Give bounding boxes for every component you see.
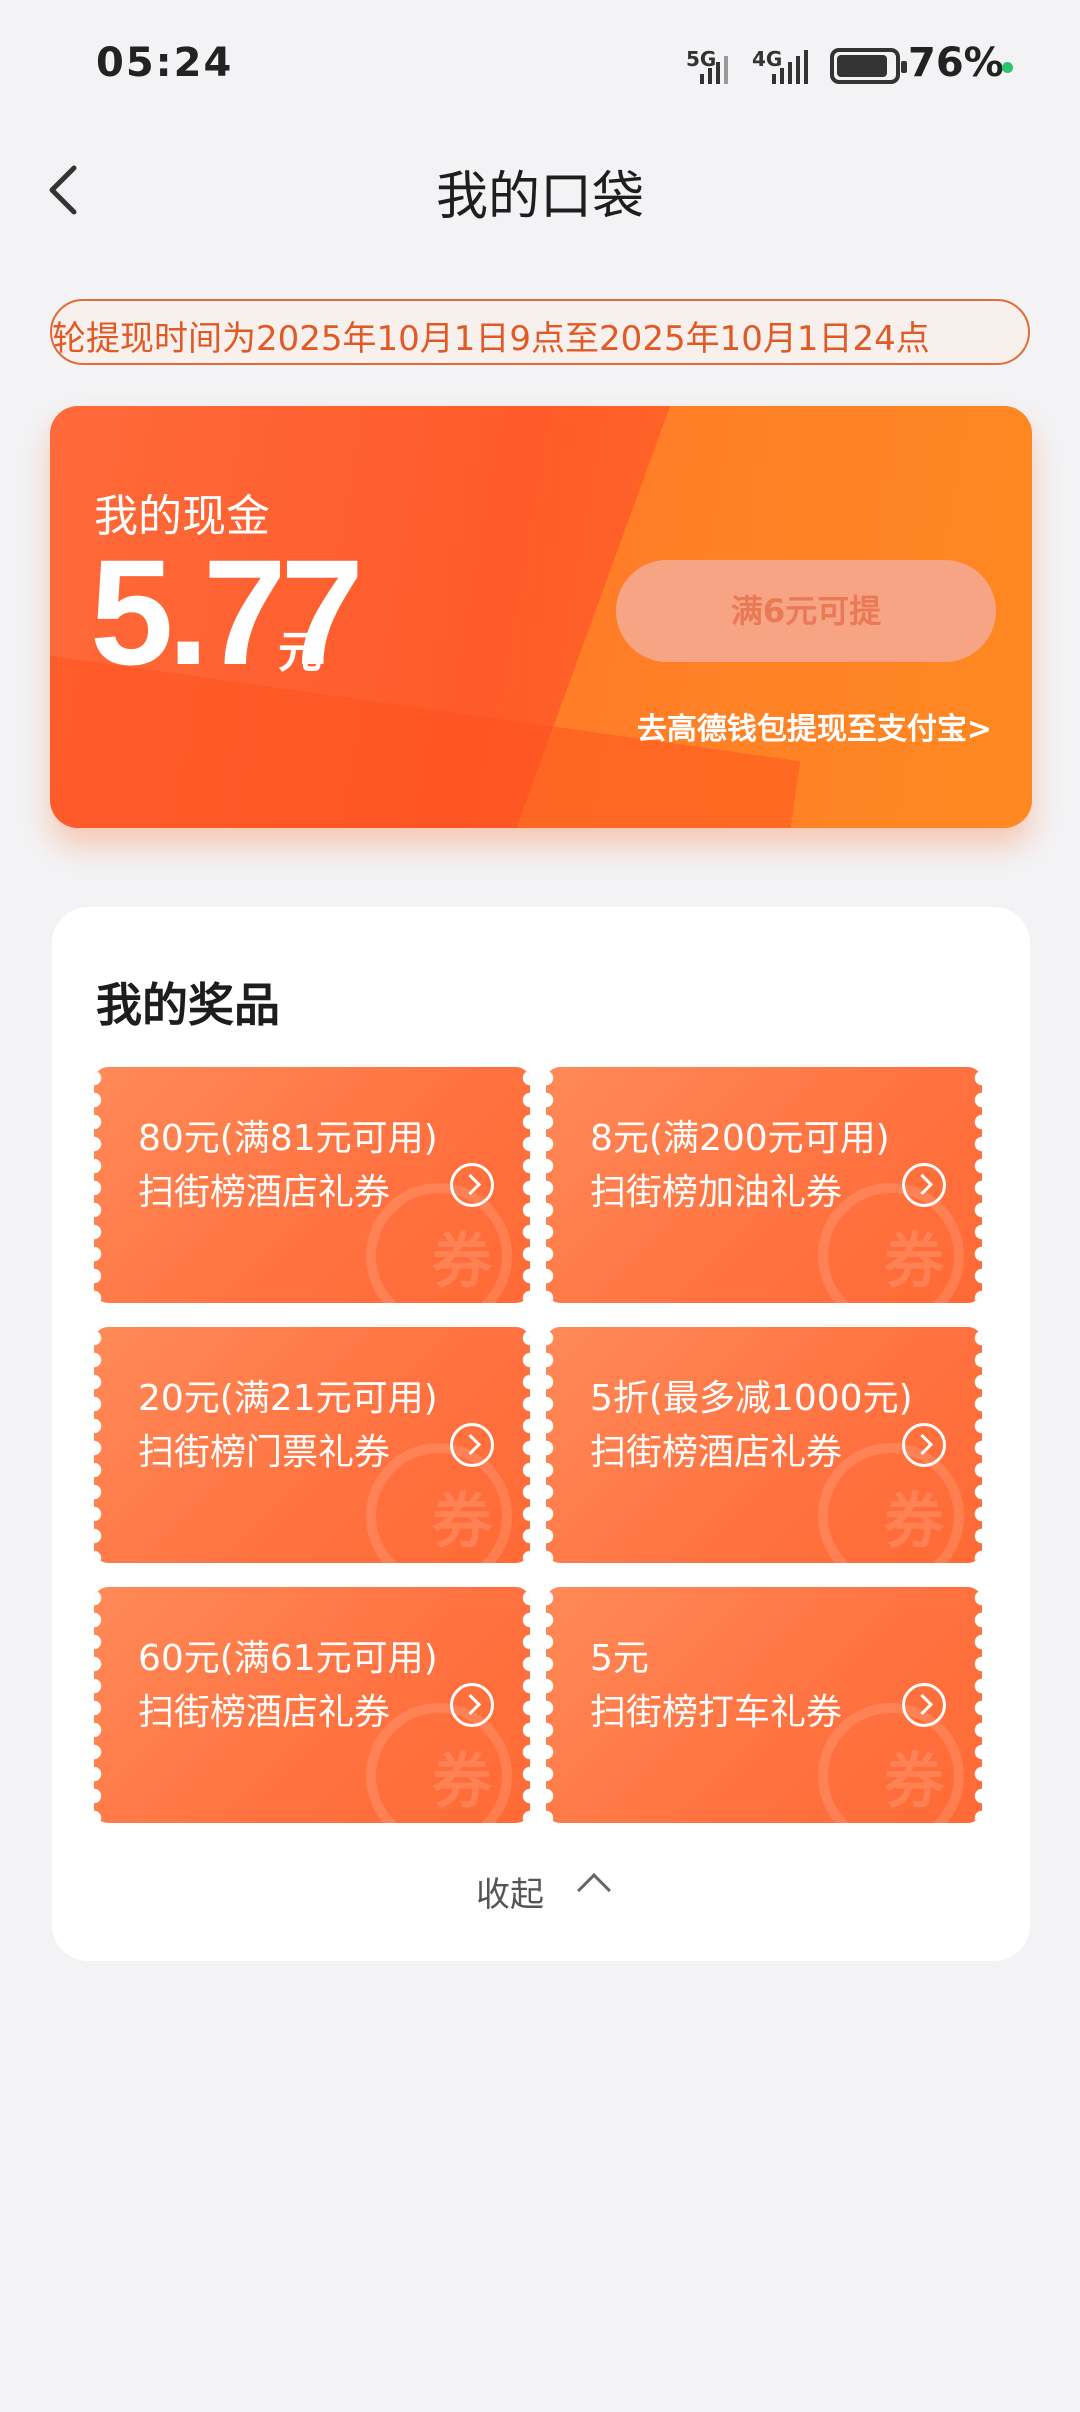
- coupon-card[interactable]: 券 5元 扫街榜打车礼券: [546, 1587, 982, 1823]
- withdraw-to-alipay-link[interactable]: 去高德钱包提现至支付宝>: [637, 704, 992, 748]
- net2-label: 4G: [752, 47, 782, 71]
- coupon-watermark-text: 券: [432, 1227, 492, 1297]
- coupon-card[interactable]: 券 20元(满21元可用) 扫街榜门票礼券: [94, 1327, 530, 1563]
- page-title: 我的口袋: [435, 167, 644, 227]
- coupon-name: 扫街榜酒店礼券: [138, 1692, 391, 1733]
- prize-panel: 我的奖品 券 80元(满81元可用) 扫街榜酒店礼券 券 8元(满200元可用)…: [52, 907, 1030, 1961]
- coupon-name: 扫街榜打车礼券: [590, 1692, 843, 1733]
- notice-text: 轮提现时间为2025年10月1日9点至2025年10月1日24点: [52, 319, 930, 359]
- chevron-right-circle-icon[interactable]: [902, 1163, 946, 1207]
- coupon-value: 60元(满61元可用): [138, 1638, 438, 1679]
- nav-header: 我的口袋: [0, 130, 1080, 250]
- withdraw-button[interactable]: 满6元可提: [616, 560, 996, 662]
- coupon-name: 扫街榜加油礼券: [590, 1172, 843, 1213]
- status-time: 05:24: [96, 40, 234, 86]
- chevron-right-circle-icon[interactable]: [450, 1423, 494, 1467]
- signal-4g-icon: 4G: [752, 47, 808, 84]
- battery-percent: 76%: [908, 40, 1004, 86]
- coupon-card[interactable]: 券 80元(满81元可用) 扫街榜酒店礼券: [94, 1067, 530, 1303]
- coupon-card[interactable]: 券 5折(最多减1000元) 扫街榜酒店礼券: [546, 1327, 982, 1563]
- coupon-value: 5折(最多减1000元): [590, 1378, 913, 1419]
- coupon-card[interactable]: 券 8元(满200元可用) 扫街榜加油礼券: [546, 1067, 982, 1303]
- coupon-watermark-text: 券: [432, 1747, 492, 1817]
- coupon-name: 扫街榜门票礼券: [138, 1432, 391, 1473]
- coupon-watermark-text: 券: [432, 1487, 492, 1557]
- cash-card: 我的现金 5.77 元 满6元可提 去高德钱包提现至支付宝>: [50, 406, 1032, 828]
- chevron-right-circle-icon[interactable]: [902, 1683, 946, 1727]
- coupon-watermark-text: 券: [884, 1487, 944, 1557]
- privacy-dot-icon: [1002, 62, 1013, 73]
- chevron-right-circle-icon[interactable]: [902, 1423, 946, 1467]
- coupon-name: 扫街榜酒店礼券: [590, 1432, 843, 1473]
- signal-5g-icon: 5G: [686, 47, 728, 84]
- cash-unit: 元: [278, 627, 322, 678]
- status-bar: 05:24 5G 4G 76%: [0, 0, 1080, 130]
- collapse-label: 收起: [476, 1875, 544, 1915]
- coupon-card[interactable]: 券 60元(满61元可用) 扫街榜酒店礼券: [94, 1587, 530, 1823]
- collapse-button[interactable]: 收起: [52, 1867, 1030, 1916]
- coupon-watermark-text: 券: [884, 1747, 944, 1817]
- coupon-value: 8元(满200元可用): [590, 1118, 890, 1159]
- chevron-up-icon: [577, 1873, 611, 1907]
- withdraw-notice-banner: 轮提现时间为2025年10月1日9点至2025年10月1日24点: [50, 299, 1030, 365]
- coupon-value: 5元: [590, 1638, 649, 1679]
- prize-section-title: 我的奖品: [96, 978, 280, 1032]
- chevron-right-circle-icon[interactable]: [450, 1163, 494, 1207]
- chevron-right-circle-icon[interactable]: [450, 1683, 494, 1727]
- battery-icon: [830, 48, 907, 84]
- coupon-name: 扫街榜酒店礼券: [138, 1172, 391, 1213]
- net1-label: 5G: [686, 47, 716, 71]
- coupon-watermark-text: 券: [884, 1227, 944, 1297]
- coupon-value: 20元(满21元可用): [138, 1378, 438, 1419]
- coupon-value: 80元(满81元可用): [138, 1118, 438, 1159]
